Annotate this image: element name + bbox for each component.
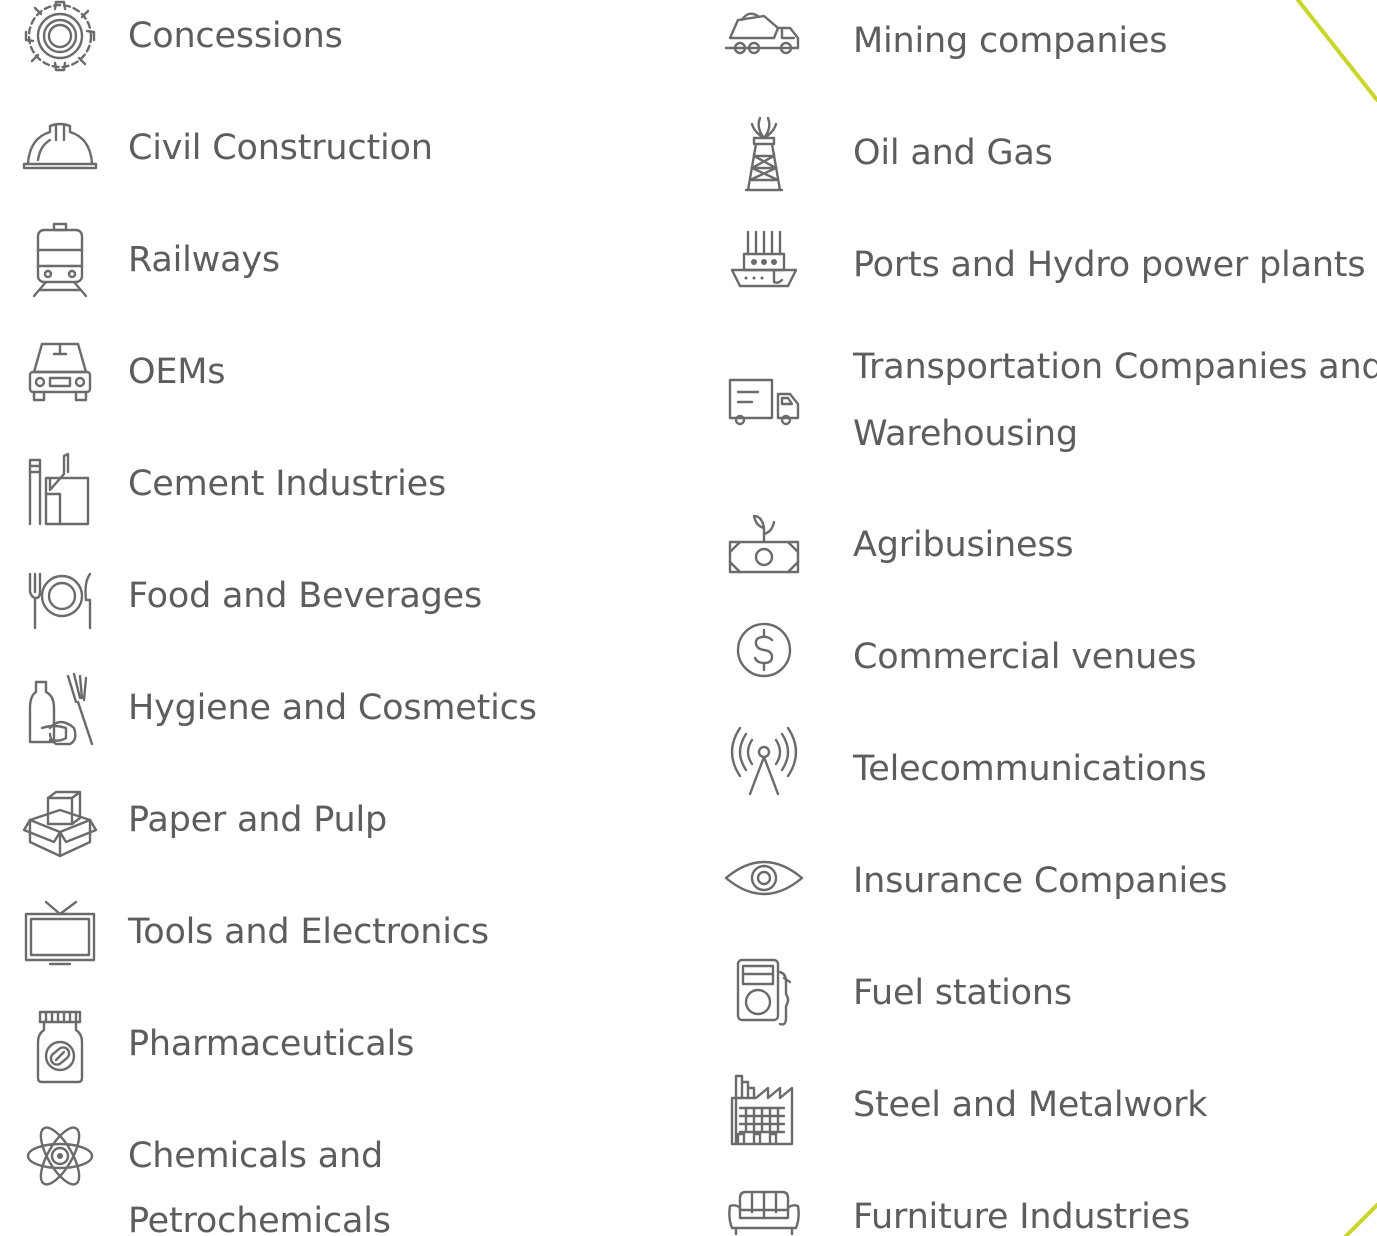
industry-label: Cement Industries [128, 464, 446, 504]
train-icon [20, 220, 100, 300]
industry-label: Oil and Gas [853, 133, 1053, 173]
industry-label: Hygiene and Cosmetics [128, 688, 537, 728]
oil-rig-icon [724, 114, 804, 194]
dollar-coin-icon [724, 610, 804, 690]
industry-label: Concessions [128, 16, 343, 56]
industry-label: Steel and Metalwork [853, 1085, 1208, 1125]
industry-label: Telecommunications [853, 749, 1207, 789]
industries-page: Concessions Civil Construction Railways … [0, 0, 1377, 1236]
car-icon [20, 332, 100, 412]
industry-label: Ports and Hydro power plants [853, 245, 1366, 285]
industry-label: OEMs [128, 352, 226, 392]
fuel-pump-icon [724, 956, 804, 1036]
accent-line-bottom [1344, 1203, 1377, 1236]
hard-hat-icon [20, 108, 100, 188]
dump-truck-icon [724, 0, 804, 78]
factory-icon [20, 444, 100, 526]
accent-line-top [1296, 0, 1377, 102]
industry-label: Railways [128, 240, 280, 280]
industry-label: Insurance Companies [853, 861, 1228, 901]
cosmetics-icon [20, 668, 100, 748]
plate-cutlery-icon [20, 556, 100, 636]
box-icon [20, 780, 100, 860]
antenna-icon [724, 720, 804, 800]
tv-icon [20, 892, 100, 972]
industry-label: Furniture Industries [853, 1197, 1191, 1236]
ship-icon [724, 226, 804, 306]
money-plant-icon [724, 506, 804, 586]
industry-label-line1: Transportation Companies and [853, 347, 1377, 387]
industry-label: Mining companies [853, 21, 1168, 61]
industry-label: Civil Construction [128, 128, 433, 168]
industry-label: Food and Beverages [128, 576, 483, 616]
industry-label: Fuel stations [853, 973, 1072, 1013]
delivery-truck-icon [724, 360, 804, 440]
sofa-icon [724, 1172, 804, 1236]
steel-factory-icon [724, 1068, 804, 1148]
industry-label-line1: Chemicals and [128, 1136, 383, 1176]
industry-label: Agribusiness [853, 525, 1074, 565]
atom-icon [20, 1116, 100, 1196]
gear-icon [20, 0, 100, 76]
pill-jar-icon [20, 1004, 100, 1084]
industry-label: Tools and Electronics [128, 912, 489, 952]
industry-label-line2: Petrochemicals [128, 1201, 391, 1236]
industry-label: Paper and Pulp [128, 800, 388, 840]
industry-label: Commercial venues [853, 637, 1197, 677]
industry-label-line2: Warehousing [853, 414, 1078, 454]
industry-label: Pharmaceuticals [128, 1024, 415, 1064]
eye-icon [724, 838, 804, 918]
